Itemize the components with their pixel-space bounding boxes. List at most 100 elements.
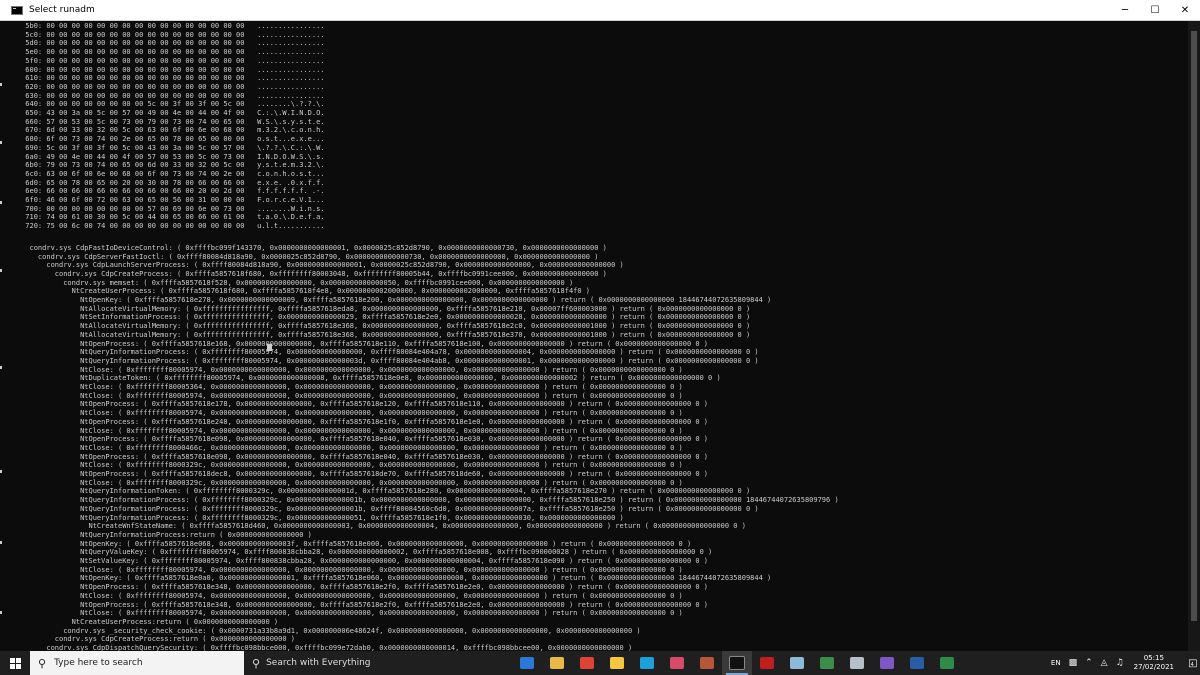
- start-button[interactable]: [0, 651, 30, 675]
- hexdump-line: 660: 57 00 53 00 5c 00 73 00 79 00 73 00…: [0, 117, 325, 126]
- app-icon: [670, 657, 684, 669]
- taskbar-app[interactable]: [872, 651, 902, 675]
- scrollbar-thumb[interactable]: [1191, 31, 1197, 621]
- taskbar-app[interactable]: [542, 651, 572, 675]
- window-controls: ─ ☐ ✕: [1110, 0, 1200, 20]
- windows-logo-icon: [9, 657, 21, 669]
- trace-line: NtQueryInformationProcess: ( 0xffffffff8…: [0, 348, 759, 357]
- taskbar-app[interactable]: [602, 651, 632, 675]
- notification-center-button[interactable]: □ 4: [1182, 651, 1200, 675]
- title-bar: Select runadm ─ ☐ ✕: [0, 0, 1200, 21]
- taskbar-app[interactable]: [572, 651, 602, 675]
- taskbar-app[interactable]: [632, 651, 662, 675]
- hexdump-line: 700: 00 00 00 00 00 00 00 00 57 00 69 00…: [0, 204, 325, 213]
- pinned-apps: [512, 651, 962, 675]
- hexdump-line: 6e0: 66 00 66 00 66 00 66 00 66 00 66 00…: [0, 187, 325, 196]
- notepad-icon: [790, 657, 804, 669]
- hexdump-line: 720: 75 00 6c 00 74 00 00 00 00 00 00 00…: [0, 222, 325, 231]
- maximize-button[interactable]: ☐: [1140, 0, 1170, 20]
- trace-line: NtAllocateVirtualMemory: ( 0xfffffffffff…: [0, 304, 751, 313]
- trace-line: condrv.sys CdpServerFastIoctl: ( 0xffff8…: [0, 252, 599, 261]
- hexdump-line: 6d0: 65 00 78 00 65 00 20 00 30 00 78 00…: [0, 178, 325, 187]
- window-title: Select runadm: [29, 5, 95, 15]
- taskbar-app[interactable]: [722, 651, 752, 675]
- taskbar-app[interactable]: [842, 651, 872, 675]
- hexdump-line: 5e0: 00 00 00 00 00 00 00 00 00 00 00 00…: [0, 48, 325, 57]
- clock-date: 27/02/2021: [1133, 663, 1174, 671]
- trace-line: NtOpenProcess: ( 0xffffa5857618e168, 0x0…: [0, 339, 709, 348]
- taskbar-app[interactable]: [812, 651, 842, 675]
- mail-icon: [520, 657, 534, 669]
- chrome-icon: [580, 657, 594, 669]
- trace-line: NtCreateWnfStateName: ( 0xffffa5857618d4…: [0, 522, 746, 531]
- hexdump-line: 630: 00 00 00 00 00 00 00 00 00 00 00 00…: [0, 91, 325, 100]
- trace-line: NtOpenKey: ( 0xffffa5857618e0a0, 0x00000…: [0, 574, 772, 583]
- trace-line: NtOpenProcess: ( 0xffffa5857618e098, 0x0…: [0, 452, 709, 461]
- console-window-icon: [11, 5, 23, 15]
- minimize-button[interactable]: ─: [1110, 0, 1140, 20]
- trace-line: NtClose: ( 0xffffffff8000466c, 0x0000000…: [0, 443, 683, 452]
- hexdump-line: 620: 00 00 00 00 00 00 00 00 00 00 00 00…: [0, 82, 325, 91]
- clock-time: 05:15: [1143, 654, 1164, 662]
- trace-line: NtQueryInformationProcess: ( 0xffffffff8…: [0, 513, 624, 522]
- margin-marker: [0, 201, 2, 204]
- trace-line: NtClose: ( 0xffffffff80005974, 0x0000000…: [0, 609, 683, 618]
- taskbar-app[interactable]: [932, 651, 962, 675]
- trace-line: condrv.sys _security_check_cookie: ( 0x0…: [0, 626, 641, 635]
- language-indicator[interactable]: EN: [1051, 659, 1061, 667]
- clock[interactable]: 05:15 27/02/2021: [1134, 654, 1174, 672]
- trace-line: NtCreateUserProcess:return ( 0x000000000…: [0, 617, 279, 626]
- taskbar-app[interactable]: [692, 651, 722, 675]
- hexdump-line: 5b0: 00 00 00 00 00 00 00 00 00 00 00 00…: [0, 22, 325, 30]
- hexdump-line: 6a0: 49 00 4e 00 44 00 4f 00 57 00 53 00…: [0, 152, 325, 161]
- hexdump-line: 690: 5c 00 3f 00 3f 00 5c 00 43 00 3a 00…: [0, 143, 325, 152]
- console-scrollbar[interactable]: [1188, 21, 1200, 651]
- drive-icon: [850, 657, 864, 669]
- edge-icon: [640, 657, 654, 669]
- network-icon[interactable]: ◬: [1101, 658, 1108, 668]
- file-explorer-icon: [550, 657, 564, 669]
- trace-line: NtClose: ( 0xffffffff80005974, 0x0000000…: [0, 426, 683, 435]
- console-output[interactable]: 5b0: 00 00 00 00 00 00 00 00 00 00 00 00…: [0, 21, 1188, 651]
- taskbar-app[interactable]: [902, 651, 932, 675]
- hexdump-line: 5f0: 00 00 00 00 00 00 00 00 00 00 00 00…: [0, 56, 325, 65]
- trace-line: NtOpenProcess: ( 0xffffa5857618e248, 0x0…: [0, 417, 709, 426]
- close-button[interactable]: ✕: [1170, 0, 1200, 20]
- trace-line: NtClose: ( 0xffffffff80005974, 0x0000000…: [0, 591, 683, 600]
- hexdump-line: 6c0: 63 00 6f 00 6e 00 68 00 6f 00 73 00…: [0, 169, 325, 178]
- trace-line: NtQueryInformationToken: ( 0xffffffff800…: [0, 487, 751, 496]
- excel-icon: [940, 657, 954, 669]
- trace-line: NtOpenProcess: ( 0xffffa5857618e178, 0x0…: [0, 400, 709, 409]
- taskbar-app[interactable]: [512, 651, 542, 675]
- taskbar-app[interactable]: [782, 651, 812, 675]
- volume-icon[interactable]: ♫: [1116, 658, 1124, 668]
- taskbar-app[interactable]: [662, 651, 692, 675]
- trace-line: NtQueryInformationProcess:return ( 0x000…: [0, 530, 312, 539]
- hexdump-line: 710: 74 00 61 00 30 00 5c 00 44 00 65 00…: [0, 213, 325, 222]
- trace-line: NtOpenKey: ( 0xffffa5857618e278, 0x00000…: [0, 296, 772, 305]
- trace-line: NtOpenProcess: ( 0xffffa5857618e348, 0x0…: [0, 583, 709, 592]
- hexdump-line: 5d0: 00 00 00 00 00 00 00 00 00 00 00 00…: [0, 39, 325, 48]
- taskbar-search-box[interactable]: ⚲ Type here to search: [30, 651, 244, 675]
- trace-line: NtClose: ( 0xffffffff80005974, 0x0000000…: [0, 365, 683, 374]
- folder-icon: [610, 657, 624, 669]
- trace-line: NtAllocateVirtualMemory: ( 0xfffffffffff…: [0, 330, 751, 339]
- taskbar-app[interactable]: [752, 651, 782, 675]
- trace-line: NtOpenProcess: ( 0xffffa5857618e098, 0x0…: [0, 435, 709, 444]
- keyboard-icon[interactable]: ▩: [1069, 658, 1078, 668]
- trace-line: NtClose: ( 0xffffffff8000329c, 0x0000000…: [0, 461, 683, 470]
- trace-line: NtClose: ( 0xffffffff80005974, 0x0000000…: [0, 409, 683, 418]
- margin-marker: [0, 83, 2, 86]
- trace-line: NtDuplicateToken: ( 0xffffffff80005974, …: [0, 374, 721, 383]
- everything-search-icon: ⚲: [252, 656, 261, 670]
- chevron-up-icon[interactable]: ⌃: [1085, 658, 1093, 668]
- app-green-icon: [820, 657, 834, 669]
- everything-search[interactable]: ⚲ Search with Everything: [252, 651, 512, 675]
- trace-line: NtClose: ( 0xffffffff80005974, 0x0000000…: [0, 565, 683, 574]
- trace-line: NtQueryInformationProcess: ( 0xffffffff8…: [0, 496, 839, 505]
- margin-marker: [0, 611, 2, 614]
- trace-line: NtClose: ( 0xffffffff80005364, 0x0000000…: [0, 383, 683, 392]
- hexdump-line: 600: 00 00 00 00 00 00 00 00 00 00 00 00…: [0, 65, 325, 74]
- trace-line: NtAllocateVirtualMemory: ( 0xfffffffffff…: [0, 322, 751, 331]
- trace-line: condrv.sys CdpDispatchQuerySecurity: ( 0…: [0, 644, 633, 651]
